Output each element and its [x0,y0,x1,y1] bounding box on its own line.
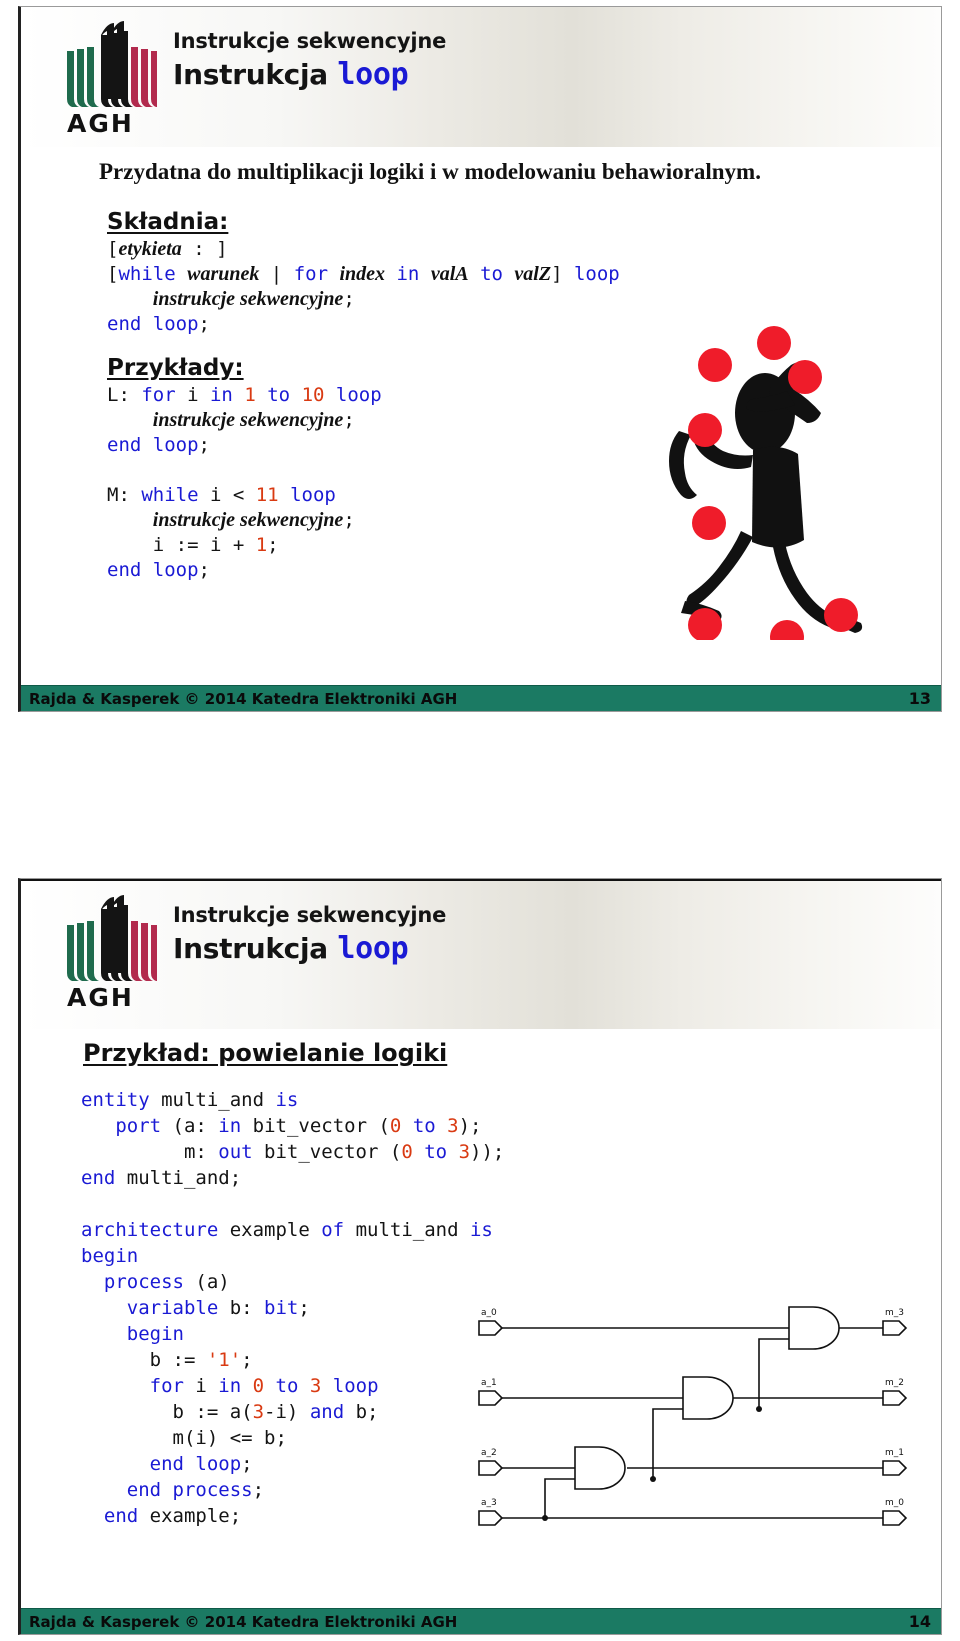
circuit-schematic: a_0 a_1 a_2 a_3 m_3 m_2 m_1 m_0 [471,1299,921,1534]
code-line: end loop; [107,313,210,335]
slide-14-title: Instrukcja loop [173,931,446,966]
slide-13: AGH Instrukcje sekwencyjne Instrukcja lo… [18,6,942,712]
circuit-input-label-a3: a_3 [481,1498,497,1508]
code-line: i := i + 1; [107,534,279,556]
code-line: M: while i < 11 loop [107,484,336,506]
code-line: [while warunek | for index in valA to va… [107,263,620,285]
vhdl-code-block: entity multi_and is port (a: in bit_vect… [81,1087,504,1529]
slide-14-header: AGH Instrukcje sekwencyjne Instrukcja lo… [21,879,941,1029]
code-line: entity multi_and is [81,1089,299,1111]
agh-logo-svg-2 [67,895,162,981]
slide-14-footer: Rajda & Kasperek © 2014 Katedra Elektron… [21,1608,941,1634]
code-line: end loop; [107,559,210,581]
examples-heading: Przykłady: [107,355,244,381]
slide-13-header: AGH Instrukcje sekwencyjne Instrukcja lo… [21,7,941,147]
slide-13-body: Przydatna do multiplikacji logiki i w mo… [21,147,941,687]
juggler-icon [669,326,863,654]
slide-13-title: Instrukcja loop [173,57,446,92]
code-line: end loop; [107,434,210,456]
agh-logo-bars-2 [61,895,162,981]
code-line: end loop; [149,1453,253,1475]
circuit-input-label-a1: a_1 [481,1378,497,1388]
agh-logo-bars [61,21,162,107]
code-line: b := '1'; [81,1349,253,1371]
code-line: L: for i in 1 to 10 loop [107,384,382,406]
examples-block: Przykłady: L: for i in 1 to 10 loop inst… [107,355,382,583]
agh-logo-wordmark: AGH [67,109,134,138]
slide-13-footer: Rajda & Kasperek © 2014 Katedra Elektron… [21,685,941,711]
slide-14-subtitle: Instrukcje sekwencyjne [173,903,447,927]
slide-14-titles: Instrukcje sekwencyjne Instrukcja loop [173,903,446,966]
slide-14-title-prefix: Instrukcja [173,932,328,965]
slide-14-heading: Przykład: powielanie logiki [83,1039,448,1067]
footer-page-number-2: 14 [908,1612,931,1631]
code-line: instrukcje sekwencyjne; [152,288,355,310]
code-line: end example; [103,1505,242,1527]
circuit-output-label-m3: m_3 [885,1308,904,1318]
slide-13-titles: Instrukcje sekwencyjne Instrukcja loop [173,29,446,92]
code-line: m(i) <= b; [81,1427,287,1449]
code-line: end process; [126,1479,265,1501]
syntax-code: [etykieta : ] [while warunek | for index … [107,237,620,337]
code-line: process (a) [103,1271,230,1293]
circuit-input-label-a2: a_2 [481,1448,497,1458]
footer-copyright-2: Rajda & Kasperek © 2014 Katedra Elektron… [29,1612,458,1631]
slide-14: AGH Instrukcje sekwencyjne Instrukcja lo… [18,878,942,1635]
slide-14-title-keyword: loop [337,931,409,966]
circuit-output-label-m2: m_2 [885,1378,904,1388]
code-line: end multi_and; [81,1167,242,1189]
slide-14-body: Przykład: powielanie logiki entity multi… [21,1029,941,1609]
code-line: architecture example of multi_and is [81,1219,493,1241]
circuit-schematic-svg: a_0 a_1 a_2 a_3 m_3 m_2 m_1 m_0 [478,1306,908,1526]
juggler-illustration [633,295,923,654]
agh-logo-wordmark-2: AGH [67,983,134,1012]
code-line: instrukcje sekwencyjne; [152,409,355,431]
slide-13-title-prefix: Instrukcja [173,58,328,91]
footer-copyright: Rajda & Kasperek © 2014 Katedra Elektron… [29,689,458,708]
code-line: variable b: bit; [126,1297,310,1319]
code-line: instrukcje sekwencyjne; [152,509,355,531]
syntax-block: Składnia: [etykieta : ] [while warunek | … [107,209,620,337]
slide-13-lead-text: Przydatna do multiplikacji logiki i w mo… [99,159,761,184]
code-line: for i in 0 to 3 loop [149,1375,379,1397]
code-line: begin [126,1323,184,1345]
syntax-heading: Składnia: [107,209,229,235]
code-line: port (a: in bit_vector (0 to 3); [115,1115,482,1137]
code-line: [etykieta : ] [107,238,228,260]
slide-13-title-keyword: loop [337,57,409,92]
examples-code: L: for i in 1 to 10 loop instrukcje sekw… [107,383,382,583]
agh-logo-svg [67,21,162,107]
code-line: b := a(3-i) and b; [81,1401,379,1423]
code-line: begin [81,1245,139,1267]
agh-logo: AGH [61,21,162,139]
circuit-output-label-m1: m_1 [885,1448,904,1458]
footer-page-number: 13 [908,689,931,708]
vhdl-code: entity multi_and is port (a: in bit_vect… [81,1087,504,1529]
circuit-input-label-a0: a_0 [481,1308,497,1318]
code-line: m: out bit_vector (0 to 3)); [81,1141,505,1163]
agh-logo-2: AGH [61,895,162,1013]
slide-13-subtitle: Instrukcje sekwencyjne [173,29,447,53]
circuit-output-label-m0: m_0 [885,1498,904,1508]
